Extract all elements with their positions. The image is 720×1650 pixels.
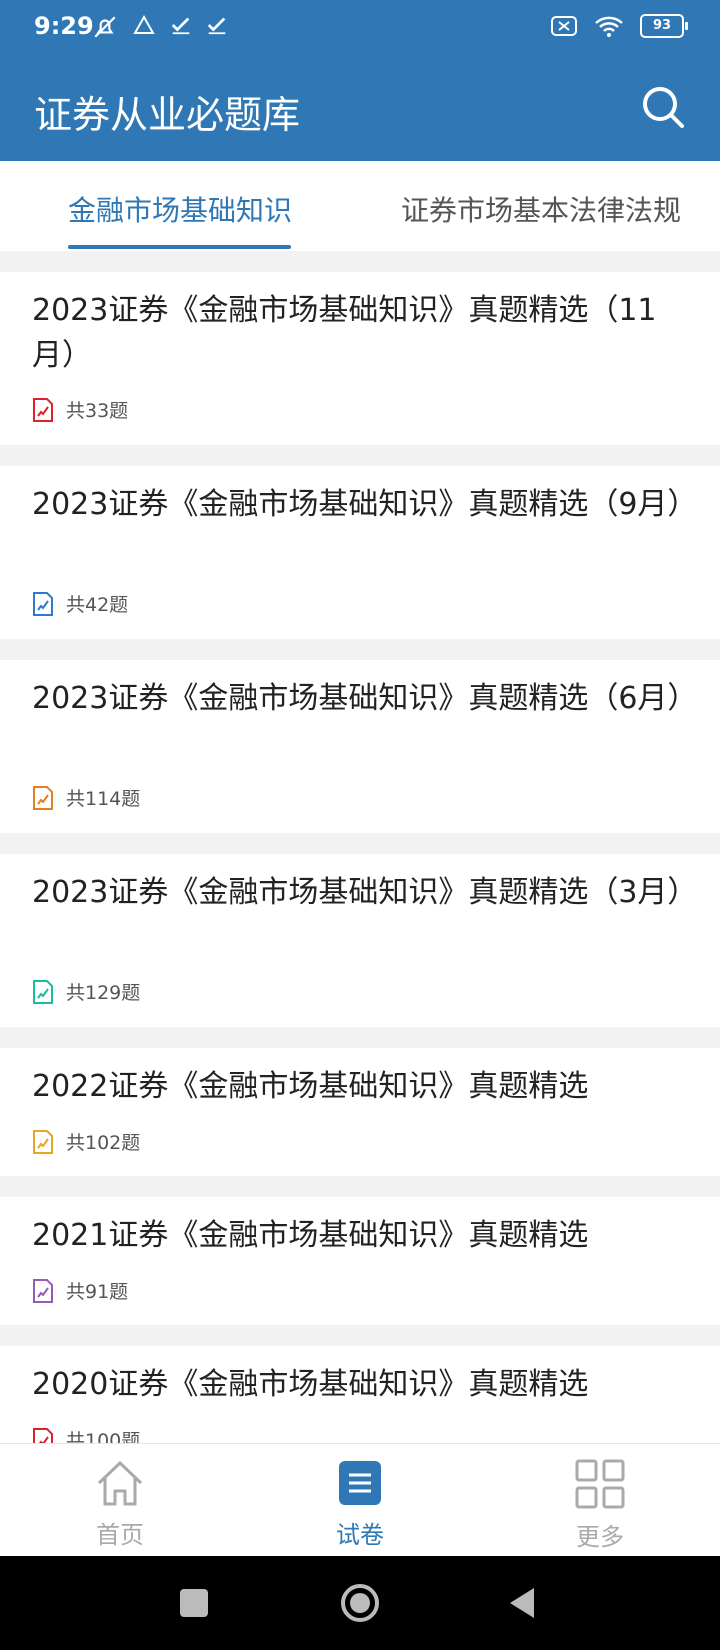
paper-icon (33, 785, 53, 810)
paper-title: 2023证券《金融市场基础知识》真题精选（6月） (32, 681, 698, 716)
search-button[interactable] (640, 84, 686, 130)
app-bar: 证券从业必题库 (0, 54, 720, 161)
status-time: 9:29 (34, 12, 94, 40)
paper-list-icon (339, 1461, 381, 1505)
paper-title: 2023证券《金融市场基础知识》真题精选（11月） (32, 293, 657, 373)
tab-securities-law[interactable]: 证券市场基本法律法规 (401, 189, 681, 229)
paper-icon (33, 979, 53, 1004)
paper-item[interactable]: 2023证券《金融市场基础知识》真题精选（11月） 共33题 (0, 272, 720, 445)
paper-item[interactable]: 2021证券《金融市场基础知识》真题精选 共91题 (0, 1197, 720, 1325)
nav-home[interactable]: 首页 (50, 1459, 190, 1550)
question-count: 共129题 (66, 982, 141, 1004)
nav-more[interactable]: 更多 (530, 1459, 670, 1552)
active-tab-indicator (68, 245, 291, 249)
paper-icon (33, 1129, 53, 1154)
question-count: 共33题 (66, 400, 129, 422)
paper-item[interactable]: 2023证券《金融市场基础知识》真题精选（9月） 共42题 (0, 466, 720, 639)
question-count: 共42题 (66, 594, 129, 616)
system-nav-bar (0, 1556, 720, 1650)
check-download-icon (207, 17, 226, 35)
tab-financial-market-basics[interactable]: 金融市场基础知识 (68, 189, 292, 229)
paper-icon (33, 1278, 53, 1303)
nav-label: 试卷 (336, 1521, 384, 1549)
question-count: 共102题 (66, 1132, 141, 1154)
drive-icon (133, 14, 155, 34)
paper-item[interactable]: 2020证券《金融市场基础知识》真题精选 共100题 (0, 1346, 720, 1443)
question-count: 共114题 (66, 788, 141, 810)
app-title: 证券从业必题库 (34, 93, 301, 137)
battery-indicator: 93 (640, 14, 688, 38)
nav-papers[interactable]: 试卷 (290, 1459, 430, 1550)
question-count: 共100题 (66, 1430, 141, 1443)
no-sim-icon (551, 16, 577, 36)
nav-label: 首页 (96, 1521, 144, 1549)
nav-label: 更多 (576, 1523, 624, 1551)
paper-title: 2022证券《金融市场基础知识》真题精选 (32, 1069, 589, 1104)
search-icon (643, 87, 684, 128)
grid-icon (575, 1459, 625, 1509)
home-button[interactable] (340, 1583, 380, 1623)
check-download-icon (171, 17, 190, 35)
paper-item[interactable]: 2022证券《金融市场基础知识》真题精选 共102题 (0, 1048, 720, 1176)
paper-title: 2020证券《金融市场基础知识》真题精选 (32, 1367, 589, 1402)
wifi-icon (595, 16, 623, 37)
paper-icon (33, 397, 53, 422)
paper-item[interactable]: 2023证券《金融市场基础知识》真题精选（3月） 共129题 (0, 854, 720, 1027)
bottom-nav: 首页 试卷 更多 (0, 1443, 720, 1557)
status-bar: 9:29 93 (0, 0, 720, 54)
paper-title: 2023证券《金融市场基础知识》真题精选（9月） (32, 487, 698, 522)
category-tabs: 金融市场基础知识 证券市场基本法律法规 (0, 161, 720, 251)
paper-title: 2023证券《金融市场基础知识》真题精选（3月） (32, 875, 698, 910)
home-icon (97, 1460, 143, 1506)
paper-icon (33, 591, 53, 616)
recents-button[interactable] (180, 1589, 208, 1617)
back-button[interactable] (508, 1586, 536, 1620)
paper-title: 2021证券《金融市场基础知识》真题精选 (32, 1218, 589, 1253)
paper-item[interactable]: 2023证券《金融市场基础知识》真题精选（6月） 共114题 (0, 660, 720, 833)
question-count: 共91题 (66, 1281, 129, 1303)
paper-icon (33, 1427, 53, 1443)
bell-muted-icon (94, 16, 116, 38)
paper-list: 2023证券《金融市场基础知识》真题精选（11月） 共33题 2023证券《金融… (0, 251, 720, 1443)
